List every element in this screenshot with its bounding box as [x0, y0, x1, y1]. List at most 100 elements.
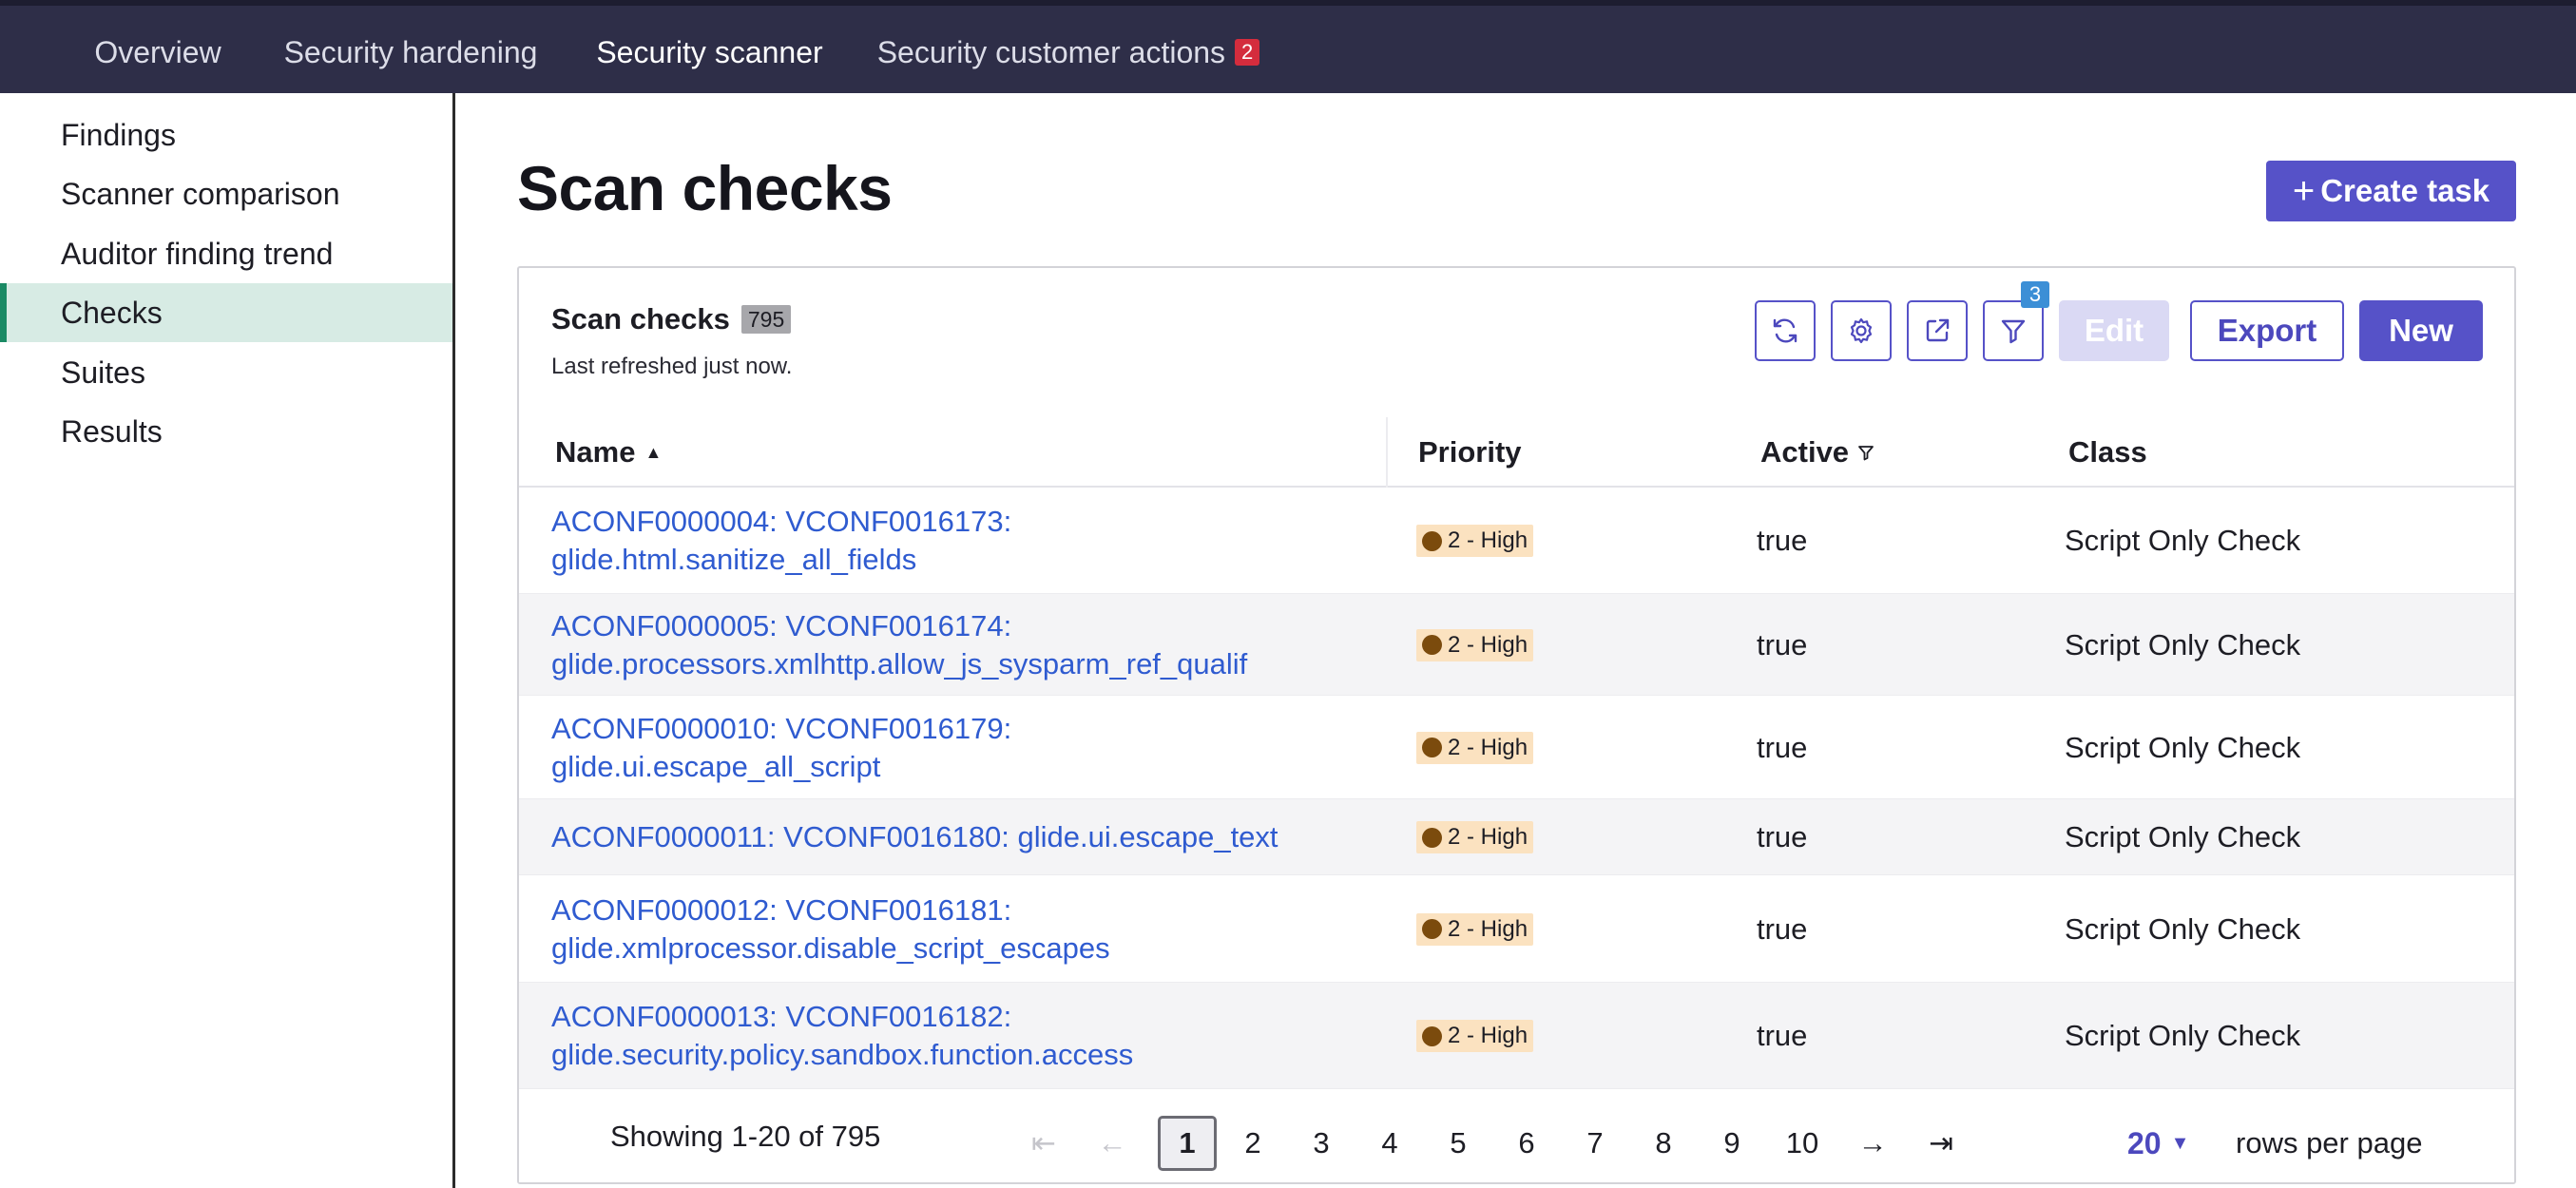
- sidebar-item-scanner-comparison[interactable]: Scanner comparison: [0, 164, 452, 223]
- tab-security-customer-actions[interactable]: Security customer actions 2: [867, 11, 1270, 93]
- sidebar-item-label: Results: [61, 413, 163, 449]
- class-cell: Script Only Check: [2065, 730, 2301, 764]
- column-label: Active: [1760, 435, 1850, 469]
- column-header-name[interactable]: Name ▲: [555, 417, 662, 488]
- priority-label: 2 - High: [1448, 734, 1528, 760]
- page-6-button[interactable]: 6: [1506, 1116, 1548, 1171]
- active-filter-count-badge: 3: [2021, 281, 2049, 308]
- active-cell: true: [1757, 820, 1808, 853]
- tab-overview[interactable]: Overview: [67, 11, 249, 93]
- table-header: Name ▲ Priority Active Class: [519, 417, 2514, 488]
- column-label: Priority: [1418, 435, 1522, 469]
- record-link[interactable]: ACONF0000005: VCONF0016174: glide.proces…: [551, 607, 1247, 683]
- priority-cell: 2 - High: [1416, 594, 1534, 696]
- first-page-button[interactable]: ⇤: [1023, 1116, 1065, 1171]
- name-cell: ACONF0000005: VCONF0016174: glide.proces…: [551, 594, 1247, 696]
- record-link-line: glide.html.sanitize_all_fields: [551, 543, 917, 576]
- sidebar-item-findings[interactable]: Findings: [0, 105, 452, 164]
- page-9-button[interactable]: 9: [1711, 1116, 1753, 1171]
- priority-badge: 2 - High: [1416, 525, 1534, 557]
- record-link[interactable]: ACONF0000011: VCONF0016180: glide.ui.esc…: [551, 818, 1278, 856]
- priority-dot-icon: [1422, 530, 1442, 551]
- record-count-badge: 795: [740, 305, 792, 334]
- page-3-button[interactable]: 3: [1300, 1116, 1342, 1171]
- refresh-icon: [1773, 318, 1797, 343]
- class-cell: Script Only Check: [2065, 524, 2301, 557]
- panel-title: Scan checks: [551, 302, 730, 335]
- plus-icon: +: [2292, 170, 2316, 212]
- page-5-button[interactable]: 5: [1437, 1116, 1479, 1171]
- page-2-button[interactable]: 2: [1232, 1116, 1274, 1171]
- active-cell: true: [1757, 524, 1808, 557]
- last-page-button[interactable]: ⇥: [1920, 1116, 1962, 1171]
- column-header-class[interactable]: Class: [2068, 417, 2147, 488]
- tab-label: Security hardening: [283, 34, 538, 69]
- refresh-button[interactable]: [1755, 300, 1816, 361]
- settings-button[interactable]: [1831, 300, 1892, 361]
- priority-dot-icon: [1422, 738, 1442, 757]
- column-header-active[interactable]: Active: [1760, 417, 1875, 488]
- sidebar-item-results[interactable]: Results: [0, 402, 452, 461]
- sidebar-item-checks[interactable]: Checks: [0, 283, 452, 342]
- sidebar-item-auditor-finding-trend[interactable]: Auditor finding trend: [0, 224, 452, 283]
- page-4-button[interactable]: 4: [1369, 1116, 1411, 1171]
- tab-security-scanner[interactable]: Security scanner: [567, 11, 852, 99]
- sidebar-item-suites[interactable]: Suites: [0, 343, 452, 402]
- priority-cell: 2 - High: [1416, 875, 1534, 983]
- new-button[interactable]: New: [2359, 300, 2483, 361]
- rows-per-page-value: 20: [2127, 1125, 2162, 1160]
- scan-checks-panel: Scan checks 795 Last refreshed just now.…: [517, 266, 2516, 1184]
- active-cell: true: [1757, 730, 1808, 764]
- page-10-button[interactable]: 10: [1774, 1116, 1831, 1171]
- priority-cell: 2 - High: [1416, 488, 1534, 594]
- name-cell: ACONF0000011: VCONF0016180: glide.ui.esc…: [551, 799, 1278, 875]
- share-button[interactable]: [1907, 300, 1968, 361]
- page-8-button[interactable]: 8: [1643, 1116, 1684, 1171]
- page-7-button[interactable]: 7: [1574, 1116, 1616, 1171]
- table-row: ACONF0000010: VCONF0016179: glide.ui.esc…: [519, 696, 2514, 799]
- name-cell: ACONF0000004: VCONF0016173: glide.html.s…: [551, 488, 1011, 594]
- table-row: ACONF0000005: VCONF0016174: glide.proces…: [519, 594, 2514, 696]
- rows-per-page-label: rows per page: [2236, 1126, 2423, 1159]
- sidebar: Findings Scanner comparison Auditor find…: [0, 93, 455, 1188]
- record-link-line: ACONF0000011: VCONF0016180: glide.ui.esc…: [551, 820, 1278, 853]
- create-task-button[interactable]: + Create task: [2266, 161, 2516, 221]
- showing-range-text: Showing 1-20 of 795: [610, 1120, 881, 1153]
- sidebar-item-label: Findings: [61, 117, 176, 152]
- export-button[interactable]: Export: [2190, 300, 2344, 361]
- priority-badge: 2 - High: [1416, 1020, 1534, 1052]
- rows-per-page-select[interactable]: 20 ▼: [2127, 1116, 2189, 1171]
- priority-label: 2 - High: [1448, 527, 1528, 553]
- notification-badge: 2: [1235, 39, 1260, 66]
- record-link[interactable]: ACONF0000013: VCONF0016182: glide.securi…: [551, 998, 1133, 1074]
- record-link[interactable]: ACONF0000004: VCONF0016173: glide.html.s…: [551, 503, 1011, 579]
- priority-badge: 2 - High: [1416, 628, 1534, 661]
- previous-page-button[interactable]: ←: [1091, 1116, 1133, 1171]
- priority-cell: 2 - High: [1416, 799, 1534, 875]
- filter-icon: [2001, 319, 2026, 344]
- share-icon: [1926, 318, 1950, 342]
- filter-button[interactable]: [1983, 300, 2044, 361]
- table-row: ACONF0000011: VCONF0016180: glide.ui.esc…: [519, 799, 2514, 875]
- top-navigation: Overview Security hardening Security sca…: [0, 0, 2576, 99]
- table-row: ACONF0000012: VCONF0016181: glide.xmlpro…: [519, 875, 2514, 983]
- page-1-button[interactable]: 1: [1158, 1116, 1217, 1171]
- priority-dot-icon: [1422, 827, 1442, 848]
- sidebar-item-label: Scanner comparison: [61, 176, 340, 211]
- priority-label: 2 - High: [1448, 824, 1528, 850]
- class-cell: Script Only Check: [2065, 627, 2301, 661]
- record-link-line: glide.processors.xmlhttp.allow_js_syspar…: [551, 646, 1248, 680]
- tab-label: Security scanner: [596, 34, 823, 69]
- active-cell: true: [1757, 627, 1808, 661]
- priority-cell: 2 - High: [1416, 696, 1534, 799]
- priority-label: 2 - High: [1448, 915, 1528, 942]
- next-page-button[interactable]: →: [1852, 1116, 1894, 1171]
- sidebar-item-label: Checks: [61, 295, 163, 330]
- edit-button[interactable]: Edit: [2059, 300, 2169, 361]
- record-link-line: ACONF0000004: VCONF0016173:: [551, 505, 1012, 538]
- class-cell: Script Only Check: [2065, 1019, 2301, 1052]
- column-header-priority[interactable]: Priority: [1418, 417, 1522, 488]
- tab-security-hardening[interactable]: Security hardening: [270, 11, 551, 93]
- record-link[interactable]: ACONF0000012: VCONF0016181: glide.xmlpro…: [551, 891, 1110, 968]
- record-link[interactable]: ACONF0000010: VCONF0016179: glide.ui.esc…: [551, 710, 1011, 786]
